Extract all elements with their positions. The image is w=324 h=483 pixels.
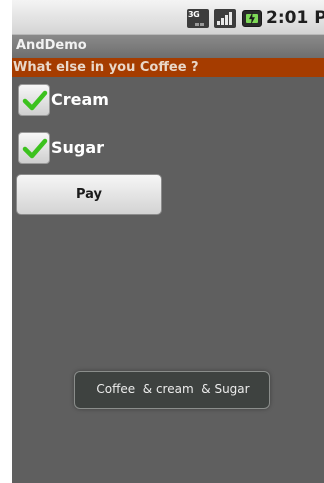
checkbox-cream-box[interactable] [18, 84, 50, 116]
checkmark-icon [22, 90, 48, 111]
checkbox-sugar[interactable]: Sugar [18, 132, 218, 166]
app-title-bar: AndDemo [12, 35, 324, 58]
status-bar: 3G 2:01 PM [12, 0, 324, 35]
toast-message: Coffee & cream & Sugar [96, 382, 250, 396]
status-time: 2:01 PM [266, 8, 324, 28]
pay-button[interactable]: Pay [16, 174, 162, 215]
toast-notification: Coffee & cream & Sugar [74, 371, 270, 409]
checkbox-sugar-label: Sugar [51, 138, 105, 157]
3g-icon: 3G [187, 9, 209, 28]
phone-screen: 3G 2:01 PM AndDemo What else in you Coff… [12, 0, 324, 483]
question-header: What else in you Coffee ? [12, 58, 324, 77]
signal-bars-icon [214, 9, 236, 28]
checkbox-cream[interactable]: Cream [18, 84, 218, 118]
battery-charging-icon [242, 10, 262, 27]
checkbox-cream-label: Cream [51, 90, 109, 109]
checkmark-icon [22, 138, 48, 159]
checkbox-sugar-box[interactable] [18, 132, 50, 164]
network-type-label: 3G [188, 10, 200, 19]
app-title: AndDemo [16, 38, 87, 53]
question-label: What else in you Coffee ? [13, 60, 199, 75]
